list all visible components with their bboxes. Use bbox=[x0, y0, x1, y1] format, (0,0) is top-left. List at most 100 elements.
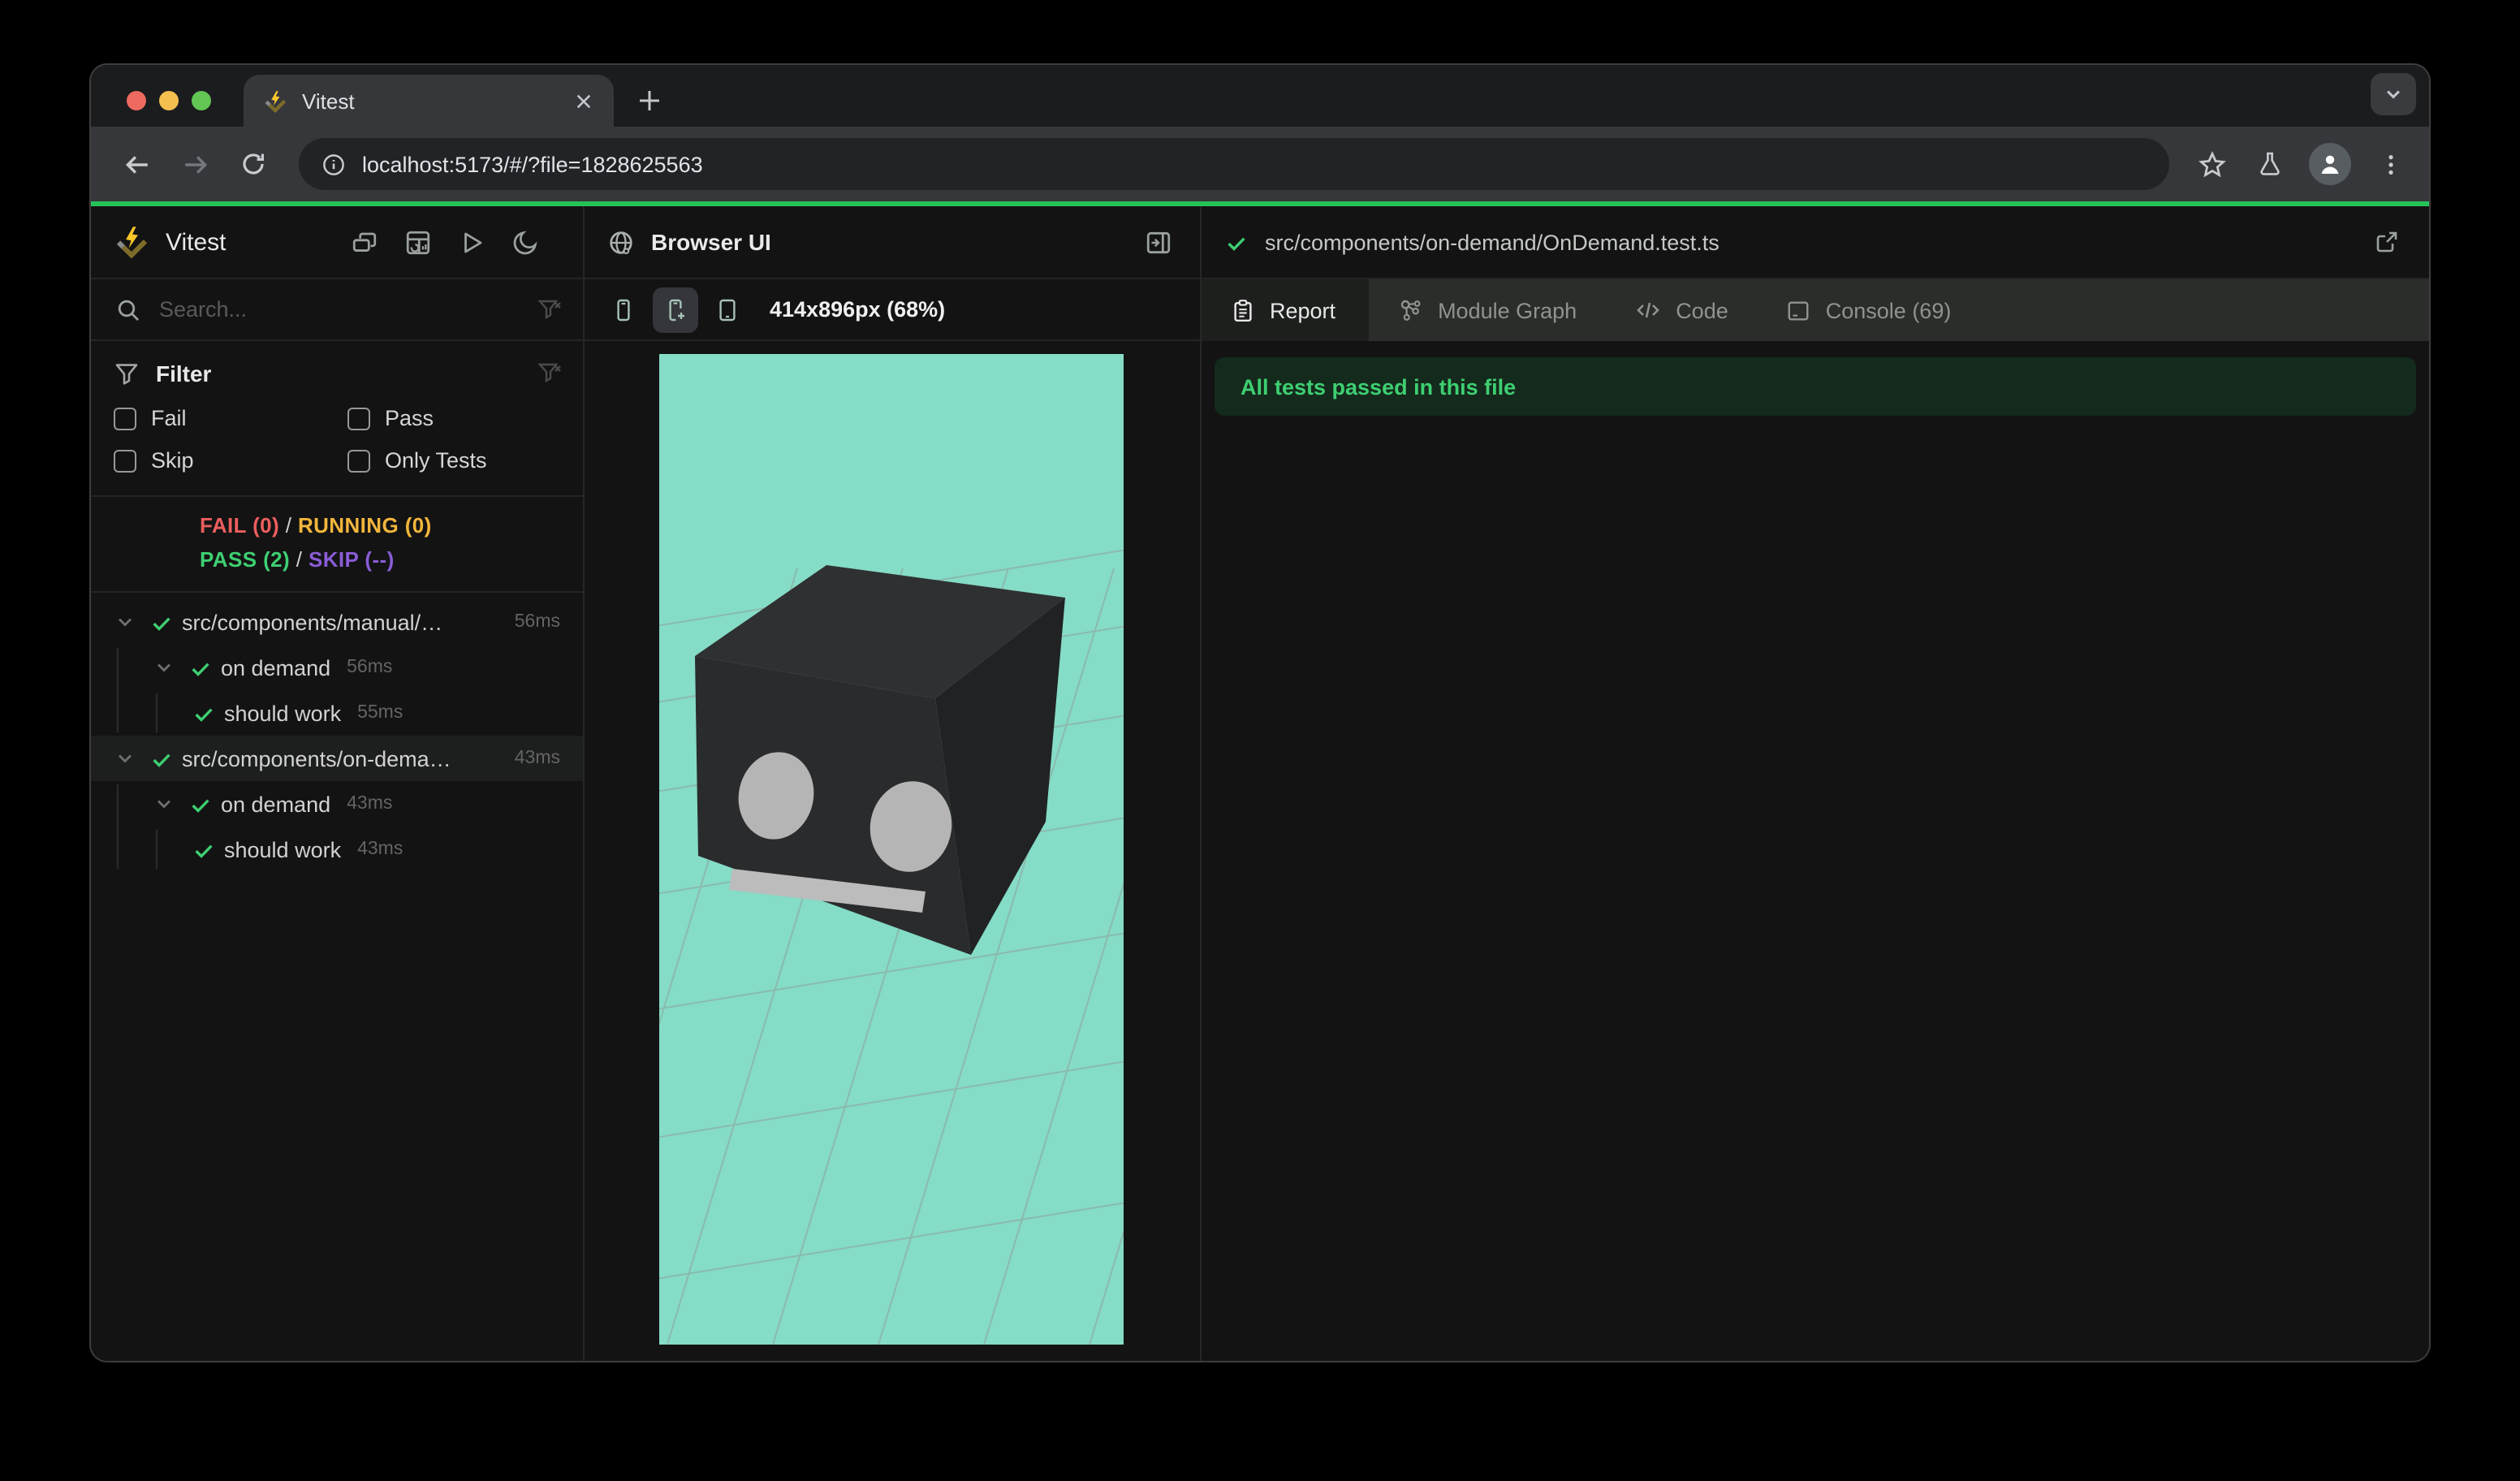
url-text: localhost:5173/#/?file=1828625563 bbox=[362, 152, 703, 176]
clipboard-icon bbox=[1234, 299, 1252, 322]
test-case-row[interactable]: should work 43ms bbox=[91, 827, 583, 872]
clear-search-filter-icon[interactable] bbox=[537, 296, 563, 322]
sidebar-actions bbox=[344, 222, 544, 261]
vitest-favicon bbox=[265, 90, 287, 113]
forward-arrow-icon bbox=[184, 155, 207, 173]
code-icon bbox=[1637, 302, 1660, 318]
browser-ui-header: Browser UI bbox=[585, 206, 1200, 279]
external-link-icon bbox=[2376, 231, 2397, 253]
tablet-icon bbox=[719, 298, 736, 321]
checkbox-icon bbox=[114, 407, 136, 430]
preview-area bbox=[585, 341, 1200, 1361]
checkbox-icon bbox=[347, 449, 370, 472]
clear-filters-icon[interactable] bbox=[537, 361, 563, 386]
forward-button[interactable] bbox=[169, 138, 221, 190]
close-window-button[interactable] bbox=[127, 91, 146, 110]
device-small-phone-button[interactable] bbox=[601, 287, 646, 332]
reload-icon bbox=[243, 153, 264, 175]
tab-search-button[interactable] bbox=[2371, 73, 2416, 115]
bookmark-star-button[interactable] bbox=[2192, 145, 2231, 184]
sidebar-header: Vitest bbox=[91, 206, 583, 279]
tab-report[interactable]: Report bbox=[1202, 279, 1369, 341]
device-tablet-button[interactable] bbox=[705, 287, 750, 332]
browser-tab[interactable]: Vitest bbox=[244, 75, 614, 127]
console-icon bbox=[1789, 300, 1810, 320]
chevron-down-icon[interactable] bbox=[153, 656, 175, 679]
open-in-editor-button[interactable] bbox=[2367, 222, 2406, 261]
tab-module-graph[interactable]: Module Graph bbox=[1368, 279, 1606, 341]
vitest-logo bbox=[116, 227, 148, 259]
tab-title: Vitest bbox=[302, 89, 355, 113]
summary-line-1: FAIL (0) / RUNNING (0) bbox=[200, 513, 432, 538]
menu-button[interactable] bbox=[2371, 145, 2410, 184]
flask-icon bbox=[2260, 152, 2280, 175]
profile-button[interactable] bbox=[2309, 143, 2351, 185]
pass-check-icon bbox=[149, 610, 174, 634]
test-file-row[interactable]: src/components/manual/… 56ms bbox=[91, 599, 583, 645]
pass-check-icon bbox=[188, 655, 213, 680]
back-arrow-icon bbox=[124, 155, 147, 173]
filter-checkbox-only-tests[interactable]: Only Tests bbox=[347, 448, 563, 473]
dashboard-button[interactable] bbox=[398, 222, 437, 261]
checkbox-icon bbox=[114, 449, 136, 472]
chevron-down-icon[interactable] bbox=[114, 611, 136, 633]
filter-title: Filter bbox=[156, 361, 212, 386]
overlapping-windows-icon bbox=[352, 231, 376, 251]
play-icon bbox=[464, 231, 481, 253]
three-dot-menu-icon bbox=[2388, 154, 2393, 174]
filter-checkbox-pass[interactable]: Pass bbox=[347, 406, 563, 430]
pass-check-icon bbox=[192, 701, 216, 725]
test-suite-row[interactable]: on demand 43ms bbox=[91, 781, 583, 827]
chevron-down-icon[interactable] bbox=[114, 747, 136, 770]
tab-code[interactable]: Code bbox=[1606, 279, 1758, 341]
funnel-icon bbox=[115, 364, 138, 385]
viewport-size-label: 414x896px (68%) bbox=[770, 297, 946, 322]
device-toolbar: 414x896px (68%) bbox=[585, 279, 1200, 341]
filter-checkbox-skip[interactable]: Skip bbox=[114, 448, 347, 473]
reload-button[interactable] bbox=[227, 138, 279, 190]
smartphone-plus-icon bbox=[669, 298, 684, 321]
collapse-panels-button[interactable] bbox=[344, 222, 383, 261]
chevron-down-icon[interactable] bbox=[153, 792, 175, 815]
test-suite-row[interactable]: on demand 56ms bbox=[91, 645, 583, 690]
hide-panel-button[interactable] bbox=[1138, 222, 1177, 261]
tab-console[interactable]: Console (69) bbox=[1758, 279, 1981, 341]
vitest-app: Vitest Search... Filter Fail Pass Skip O… bbox=[91, 206, 2429, 1361]
run-all-button[interactable] bbox=[451, 222, 490, 261]
avatar-icon bbox=[2321, 155, 2339, 174]
test-file-row[interactable]: src/components/on-dema… 43ms bbox=[91, 736, 583, 781]
filter-options: Fail Pass Skip Only Tests bbox=[114, 406, 563, 473]
theme-toggle-button[interactable] bbox=[505, 222, 544, 261]
search-icon bbox=[114, 290, 143, 329]
module-graph-icon bbox=[1400, 300, 1420, 321]
chevron-down-icon bbox=[2387, 90, 2400, 99]
minimize-window-button[interactable] bbox=[159, 91, 179, 110]
device-phone-plus-button[interactable] bbox=[653, 287, 698, 332]
browser-tabstrip: Vitest bbox=[91, 65, 2429, 127]
search-input[interactable] bbox=[159, 297, 537, 322]
tested-app-preview[interactable] bbox=[659, 354, 1124, 1345]
site-info-icon[interactable] bbox=[321, 152, 346, 176]
summary-line-2: PASS (2) / SKIP (--) bbox=[200, 547, 395, 572]
back-button[interactable] bbox=[110, 138, 162, 190]
zoom-window-button[interactable] bbox=[192, 91, 211, 110]
browser-window: Vitest localhost:5173/#/?file=1828625563… bbox=[91, 65, 2429, 1361]
test-file-path: src/components/on-demand/OnDemand.test.t… bbox=[1265, 230, 1720, 254]
pass-check-icon bbox=[192, 837, 216, 861]
report-header: src/components/on-demand/OnDemand.test.t… bbox=[1202, 206, 2429, 279]
new-tab-button[interactable] bbox=[630, 81, 669, 120]
tests-passed-banner: All tests passed in this file bbox=[1215, 357, 2416, 416]
dashboard-icon bbox=[405, 230, 429, 254]
panel-right-icon bbox=[1146, 231, 1170, 253]
app-title: Vitest bbox=[166, 228, 227, 256]
test-case-row[interactable]: should work 55ms bbox=[91, 690, 583, 736]
url-bar[interactable]: localhost:5173/#/?file=1828625563 bbox=[299, 138, 2169, 190]
search-row bbox=[91, 279, 583, 341]
tab-close-icon[interactable] bbox=[568, 86, 598, 115]
test-tree: src/components/manual/… 56ms on demand 5… bbox=[91, 593, 583, 1361]
experiments-button[interactable] bbox=[2250, 145, 2289, 184]
star-icon bbox=[2198, 150, 2225, 177]
filter-checkbox-fail[interactable]: Fail bbox=[114, 406, 347, 430]
traffic-lights bbox=[127, 91, 211, 110]
pass-check-icon bbox=[188, 792, 213, 816]
